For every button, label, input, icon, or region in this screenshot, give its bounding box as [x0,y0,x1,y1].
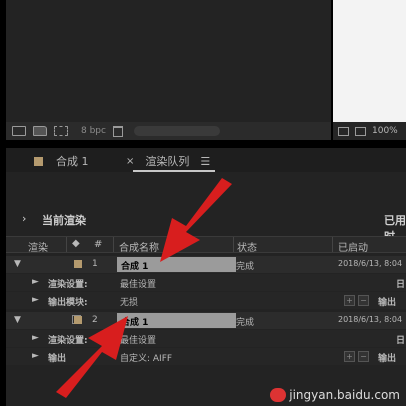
arrow-bottom [56,316,128,398]
watermark-text: jingyan.baidu.com [289,388,400,402]
app-window: 8 bpc 100% 合成 1 × 渲染队列 ☰ › 当前渲染 已用时 渲染 [0,0,406,406]
annotation-arrows [56,178,232,398]
baidu-paw-icon [270,388,287,402]
watermark: jingyan.baidu.com [270,388,400,402]
arrow-top [160,178,232,262]
